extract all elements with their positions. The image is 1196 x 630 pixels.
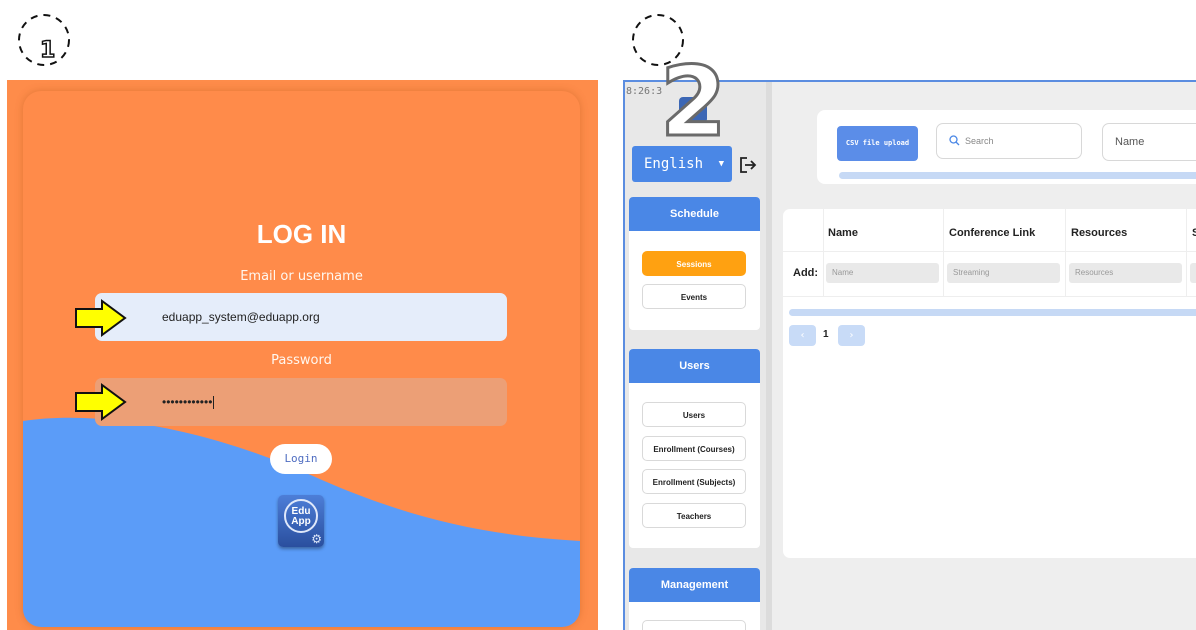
sidebar-heading-management: Management — [629, 568, 760, 602]
search-icon — [949, 135, 960, 146]
column-header-s[interactable]: S — [1192, 227, 1196, 239]
app-screen: 8:26:3 English ▼ Schedule Sessions Event… — [623, 80, 1196, 630]
step-1-number: 1 — [39, 37, 56, 64]
add-resources-input[interactable]: Resources — [1069, 263, 1182, 283]
sidebar-section-management: Management — [629, 568, 760, 630]
step-2-number: 2 — [659, 46, 729, 158]
logout-icon[interactable] — [738, 155, 758, 175]
sidebar-item-management[interactable] — [642, 620, 746, 630]
email-label: Email or username — [240, 269, 363, 284]
pagination-next-button[interactable]: › — [838, 325, 865, 346]
clock: 8:26:3 — [626, 86, 663, 97]
password-field[interactable]: •••••••••••• — [95, 378, 507, 426]
toolbar: CSV file upload Search Name — [817, 110, 1196, 184]
language-value: English — [644, 156, 704, 172]
sidebar-section-users: Users Users Enrollment (Courses) Enrollm… — [629, 349, 760, 548]
login-screen: LOG IN Email or username eduapp_system@e… — [7, 80, 598, 630]
arrow-right-icon — [75, 383, 127, 421]
sidebar-item-sessions[interactable]: Sessions — [642, 251, 746, 276]
login-title: LOG IN — [256, 219, 347, 249]
eduapp-logo: Edu App ⚙ — [278, 495, 324, 547]
sidebar: 8:26:3 English ▼ Schedule Sessions Event… — [625, 82, 768, 630]
add-row-label: Add: — [793, 267, 819, 279]
sidebar-item-enrollment-courses[interactable]: Enrollment (Courses) — [642, 436, 746, 461]
step-1-badge: 1 — [18, 14, 74, 70]
search-input[interactable]: Search — [936, 123, 1082, 159]
password-value: •••••••••••• — [162, 395, 213, 409]
toolbar-scrollbar[interactable] — [839, 172, 1196, 179]
arrow-right-icon — [75, 299, 127, 337]
gear-icon: ⚙ — [311, 532, 322, 546]
sidebar-heading-users: Users — [629, 349, 760, 383]
sidebar-heading-schedule: Schedule — [629, 197, 760, 231]
login-card: LOG IN Email or username eduapp_system@e… — [23, 91, 580, 627]
table-scrollbar[interactable] — [789, 309, 1196, 316]
column-header-resources[interactable]: Resources — [1071, 227, 1127, 239]
search-placeholder: Search — [965, 136, 994, 146]
pagination-prev-button[interactable]: ‹ — [789, 325, 816, 346]
login-button[interactable]: Login — [270, 444, 332, 474]
add-extra-input[interactable] — [1190, 263, 1196, 283]
filter-select[interactable]: Name — [1102, 123, 1196, 161]
email-field[interactable]: eduapp_system@eduapp.org — [95, 293, 507, 341]
text-caret — [213, 396, 215, 410]
sessions-table: Name Conference Link Resources S Add: Na… — [783, 209, 1196, 558]
sidebar-item-enrollment-subjects[interactable]: Enrollment (Subjects) — [642, 469, 746, 494]
column-header-name[interactable]: Name — [828, 227, 858, 239]
add-name-input[interactable]: Name — [826, 263, 939, 283]
add-streaming-input[interactable]: Streaming — [947, 263, 1060, 283]
sidebar-section-schedule: Schedule Sessions Events — [629, 197, 760, 330]
column-header-conference-link[interactable]: Conference Link — [949, 227, 1035, 239]
sidebar-item-users[interactable]: Users — [642, 402, 746, 427]
csv-upload-button[interactable]: CSV file upload — [837, 126, 918, 161]
pagination-current-page: 1 — [823, 329, 829, 340]
email-value: eduapp_system@eduapp.org — [162, 310, 320, 324]
sidebar-item-teachers[interactable]: Teachers — [642, 503, 746, 528]
sidebar-divider — [766, 82, 772, 630]
sidebar-item-events[interactable]: Events — [642, 284, 746, 309]
password-label: Password — [271, 353, 332, 368]
